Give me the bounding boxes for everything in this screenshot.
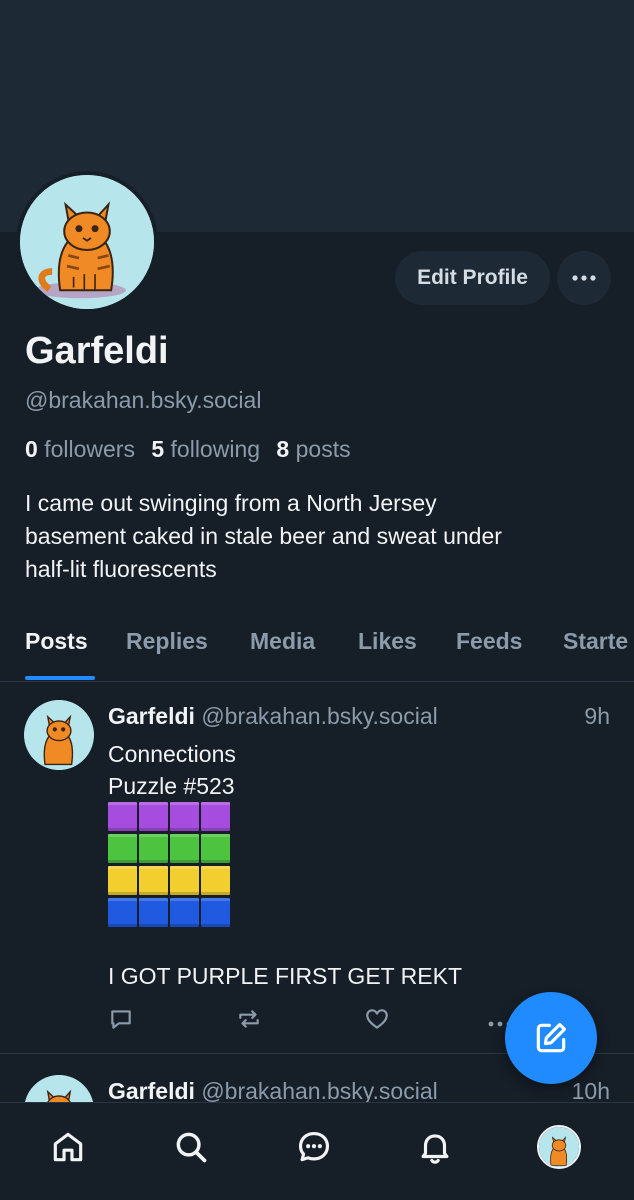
grid-square-yellow — [201, 866, 230, 895]
profile-handle: @brakahan.bsky.social — [25, 387, 262, 413]
chat-icon — [298, 1131, 330, 1162]
grid-square-purple — [201, 802, 230, 831]
posts-count: 8 — [276, 436, 290, 462]
grid-square-blue — [139, 898, 168, 927]
post-text-line: Puzzle #523 — [108, 773, 235, 799]
cat-avatar-image — [539, 1127, 579, 1167]
grid-square-green — [170, 834, 199, 863]
grid-square-green — [201, 834, 230, 863]
grid-square-purple — [139, 802, 168, 831]
nav-search[interactable] — [171, 1127, 211, 1167]
post-timestamp[interactable]: 9h — [584, 703, 610, 730]
following-count: 5 — [151, 436, 165, 462]
post-author-handle[interactable]: @brakahan.bsky.social — [201, 703, 437, 729]
bio-line: half-lit fluorescents — [25, 556, 217, 582]
tab-likes[interactable]: Likes — [358, 628, 417, 655]
tab-starter-packs[interactable]: Starte — [563, 628, 628, 655]
tab-media[interactable]: Media — [250, 628, 315, 655]
tab-replies[interactable]: Replies — [126, 628, 208, 655]
repost-button[interactable] — [236, 1006, 262, 1037]
profile-stats: 0 followers 5 following 8 posts — [25, 436, 351, 463]
followers-count: 0 — [25, 436, 38, 462]
post-text-line: I GOT PURPLE FIRST GET REKT — [108, 963, 463, 989]
posts-stat: 8 posts — [276, 436, 350, 462]
bottom-navigation — [0, 1102, 634, 1200]
cat-avatar-image — [20, 175, 154, 309]
grid-square-yellow — [108, 866, 137, 895]
home-icon — [53, 1132, 83, 1162]
post-timestamp[interactable]: 10h — [572, 1078, 610, 1105]
compose-icon — [536, 1022, 567, 1053]
nav-home[interactable] — [48, 1127, 88, 1167]
posts-label: posts — [295, 436, 351, 462]
grid-square-blue — [108, 898, 137, 927]
reply-button[interactable] — [108, 1006, 134, 1037]
profile-display-name: Garfeldi — [25, 330, 169, 372]
post-author-name[interactable]: Garfeldi — [108, 1078, 195, 1104]
following-link[interactable]: 5 following — [151, 436, 260, 462]
followers-link[interactable]: 0 followers — [25, 436, 135, 462]
bell-icon — [421, 1134, 449, 1164]
edit-profile-button[interactable]: Edit Profile — [395, 251, 550, 305]
repost-icon — [239, 1010, 259, 1028]
followers-label: followers — [44, 436, 135, 462]
profile-tabs: Posts Replies Media Likes Feeds Starte — [0, 610, 634, 682]
bio-line: basement caked in stale beer and sweat u… — [25, 523, 502, 549]
grid-square-purple — [170, 802, 199, 831]
compose-post-button[interactable] — [505, 992, 597, 1084]
active-tab-indicator — [25, 676, 95, 680]
connections-result-grid — [108, 802, 230, 928]
grid-square-yellow — [170, 866, 199, 895]
post-header: Garfeldi @brakahan.bsky.social — [108, 1078, 438, 1105]
ellipsis-icon — [572, 275, 596, 281]
post-header: Garfeldi @brakahan.bsky.social — [108, 703, 438, 730]
reply-icon — [111, 1010, 131, 1029]
profile-bio: I came out swinging from a North Jersey … — [25, 487, 615, 586]
like-button[interactable] — [364, 1006, 390, 1037]
tab-feeds[interactable]: Feeds — [456, 628, 522, 655]
following-label: following — [170, 436, 261, 462]
grid-square-green — [139, 834, 168, 863]
grid-square-blue — [170, 898, 199, 927]
grid-square-blue — [201, 898, 230, 927]
cat-avatar-image — [24, 700, 94, 770]
nav-chat[interactable] — [294, 1127, 334, 1167]
bio-line: I came out swinging from a North Jersey — [25, 490, 437, 516]
post-author-name[interactable]: Garfeldi — [108, 703, 195, 729]
grid-square-purple — [108, 802, 137, 831]
post-author-avatar[interactable] — [24, 700, 94, 770]
nav-profile[interactable] — [537, 1125, 581, 1169]
more-options-button[interactable] — [557, 251, 611, 305]
tab-posts[interactable]: Posts — [25, 628, 88, 655]
profile-avatar[interactable] — [16, 171, 158, 313]
grid-square-yellow — [139, 866, 168, 895]
post-author-handle[interactable]: @brakahan.bsky.social — [201, 1078, 437, 1104]
heart-icon — [366, 1009, 388, 1029]
nav-notifications[interactable] — [415, 1127, 455, 1167]
search-icon — [176, 1132, 207, 1163]
post-text-line: Connections — [108, 741, 236, 767]
grid-square-green — [108, 834, 137, 863]
